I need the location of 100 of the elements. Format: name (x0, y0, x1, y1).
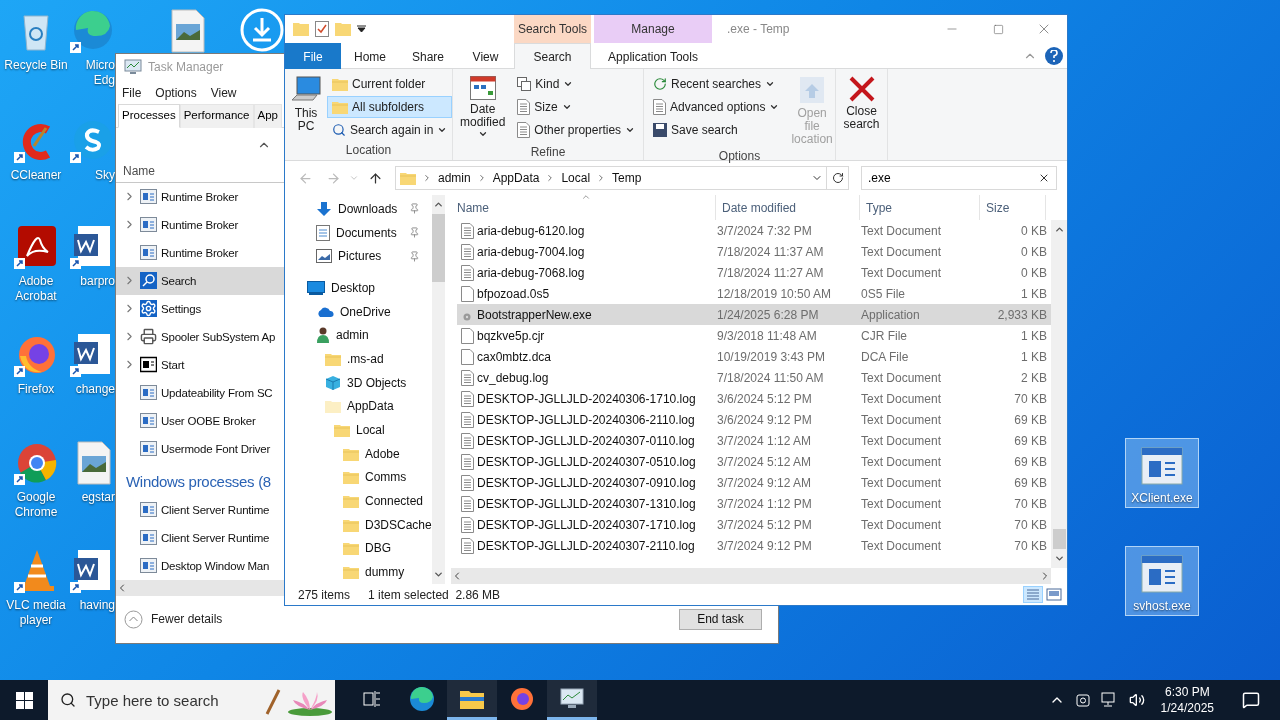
ribbon-tab[interactable]: Home (341, 43, 399, 69)
ribbon-tab[interactable]: Search (514, 43, 591, 69)
column-header[interactable]: Date modified (716, 195, 860, 220)
file-row[interactable]: DESKTOP-JGLLJLD-20240307-1310.log 3/7/2024 1:12 PM Text Document 70 KB (457, 493, 1051, 514)
file-row[interactable]: DESKTOP-JGLLJLD-20240306-1710.log 3/6/2024 5:12 PM Text Document 70 KB (457, 388, 1051, 409)
recent-searches-button[interactable]: Recent searches (648, 73, 785, 95)
column-header[interactable]: Type (860, 195, 980, 220)
navigation-label: Pictures (338, 249, 382, 264)
process-row[interactable]: Settings (116, 294, 284, 323)
advanced-options-button[interactable]: Advanced options (648, 96, 785, 118)
menu-item[interactable]: File (122, 83, 142, 102)
navigation-label: Connected (365, 494, 424, 509)
breadcrumb[interactable]: Temp (612, 171, 642, 185)
process-row[interactable]: Updateability From SC (116, 378, 284, 407)
file-row[interactable]: DESKTOP-JGLLJLD-20240307-0510.log 3/7/2024 5:12 AM Text Document 69 KB (457, 451, 1051, 472)
process-row[interactable]: Client Server Runtime (116, 495, 284, 524)
navigation-item[interactable]: AppData (285, 394, 432, 419)
date-modified-button[interactable]: Date modified (457, 73, 509, 145)
navigation-item[interactable]: dummy (285, 560, 432, 584)
file-row[interactable]: aria-debug-6120.log 3/7/2024 7:32 PM Text Document 0 KB (457, 220, 1051, 241)
navigation-item[interactable]: Adobe (285, 441, 432, 466)
group-label: Location (345, 143, 392, 159)
navigation-item[interactable]: 3D Objects (285, 370, 432, 395)
navigation-label: Adobe (365, 446, 400, 461)
desktop-icon-label: egstar (81, 490, 115, 505)
file-row[interactable]: bqzkve5p.cjr 9/3/2018 11:48 AM CJR File 1 KB (457, 325, 1051, 346)
file-name: DESKTOP-JGLLJLD-20240307-1710.log (477, 517, 697, 532)
navigation-item[interactable]: .ms-ad (285, 347, 432, 371)
navigation-item[interactable]: Connected (285, 489, 432, 513)
file-row[interactable]: aria-debug-7068.log 7/18/2024 11:27 AM Text Document 0 KB (457, 262, 1051, 283)
breadcrumb[interactable]: admin (438, 171, 471, 185)
size-button[interactable]: Size (512, 96, 641, 118)
fewer-details-link[interactable]: Fewer details (151, 612, 223, 627)
column-header[interactable]: Size (980, 195, 1046, 220)
navigation-label: DBG (365, 541, 391, 556)
column-header[interactable]: Name (123, 164, 155, 179)
search-field[interactable]: Type here to search (48, 680, 335, 720)
navigation-item[interactable]: Downloads (285, 197, 432, 221)
tab[interactable]: App (253, 104, 282, 129)
process-row[interactable]: User OOBE Broker (116, 406, 284, 435)
process-row[interactable]: Runtime Broker (116, 238, 284, 267)
navigation-item[interactable]: Comms (285, 465, 432, 490)
date-text: 1/24/2025 (1160, 700, 1214, 716)
desktop-icon-label: barpro (80, 274, 115, 289)
file-row[interactable]: DESKTOP-JGLLJLD-20240307-0110.log 3/7/2024 1:12 AM Text Document 69 KB (457, 430, 1051, 451)
file-row[interactable]: cv_debug.log 7/18/2024 11:50 AM Text Document 2 KB (457, 367, 1051, 388)
tab[interactable]: Processes (118, 104, 180, 129)
search-field[interactable]: .exe (861, 166, 1057, 190)
file-row[interactable]: cax0mbtz.dca 10/19/2019 3:43 PM DCA File 1 KB (457, 346, 1051, 367)
navigation-item[interactable]: Desktop (285, 276, 432, 300)
navigation-item[interactable]: OneDrive (285, 299, 432, 324)
window-title: Task Manager (148, 60, 224, 75)
close-search-button[interactable]: Close search (840, 73, 883, 134)
end-task-button[interactable]: End task (679, 608, 762, 630)
date-modified: 3/7/2024 5:12 AM (717, 454, 813, 469)
navigation-label: OneDrive (340, 304, 391, 319)
ribbon-tab[interactable]: Application Tools (594, 43, 712, 69)
file-row[interactable]: aria-debug-7004.log 7/18/2024 11:37 AM Text Document 0 KB (457, 241, 1051, 262)
file-type: Text Document (861, 412, 943, 427)
navigation-item[interactable]: D3DSCache (285, 512, 432, 537)
save-search-button[interactable]: Save search (648, 119, 785, 141)
breadcrumb[interactable]: Local (561, 171, 591, 185)
file-type: DCA File (861, 349, 910, 364)
ribbon-tab[interactable]: File (285, 43, 341, 69)
process-row[interactable]: Runtime Broker (116, 210, 284, 239)
date-modified: 9/3/2018 11:48 AM (717, 328, 818, 343)
menu-item[interactable]: Options (155, 83, 197, 102)
navigation-item[interactable]: DBG (285, 536, 432, 561)
this-pc-button[interactable]: This PC (289, 73, 323, 143)
menu-item[interactable]: View (210, 83, 237, 102)
process-row[interactable]: Usermode Font Driver (116, 434, 284, 463)
process-row[interactable]: Desktop Window Man (116, 551, 284, 580)
ribbon-tab[interactable]: Share (399, 43, 457, 69)
search-again-button[interactable]: Search again in (327, 119, 453, 141)
process-row[interactable]: Start (116, 350, 284, 379)
process-row[interactable]: Client Server Runtime (116, 523, 284, 552)
all-subfolders-button[interactable]: All subfolders (327, 96, 453, 118)
file-row[interactable]: DESKTOP-JGLLJLD-20240307-1710.log 3/7/2024 5:12 PM Text Document 70 KB (457, 514, 1051, 535)
address-bar[interactable]: admin AppData Local Temp (395, 166, 827, 190)
navigation-item[interactable]: Pictures (285, 244, 432, 269)
process-row[interactable]: Spooler SubSystem Ap (116, 322, 284, 351)
clock[interactable]: 6:30 PM 1/24/2025 (1154, 684, 1220, 716)
process-row[interactable]: Runtime Broker (116, 182, 284, 211)
current-folder-button[interactable]: Current folder (327, 73, 453, 95)
file-row[interactable]: DESKTOP-JGLLJLD-20240306-2110.log 3/6/2024 9:12 PM Text Document 69 KB (457, 409, 1051, 430)
navigation-item[interactable]: Local (285, 418, 432, 442)
file-row[interactable]: DESKTOP-JGLLJLD-20240307-0910.log 3/7/2024 9:12 AM Text Document 69 KB (457, 472, 1051, 493)
file-row[interactable]: BootstrapperNew.exe 1/24/2025 6:28 PM Application 2,933 KB (457, 304, 1051, 325)
breadcrumb[interactable]: AppData (492, 171, 540, 185)
ribbon-tab[interactable]: View (457, 43, 514, 69)
process-row[interactable]: Search (116, 266, 284, 295)
file-row[interactable]: DESKTOP-JGLLJLD-20240307-2110.log 3/7/2024 9:12 PM Text Document 70 KB (457, 535, 1051, 556)
tab[interactable]: Performance (179, 104, 254, 129)
other-properties-button[interactable]: Other properties (512, 119, 641, 141)
kind-button[interactable]: Kind (512, 73, 641, 95)
navigation-item[interactable]: admin (285, 323, 432, 348)
navigation-item[interactable]: Documents (285, 220, 432, 245)
file-row[interactable]: bfpozoad.0s5 12/18/2019 10:50 AM 0S5 File 1 KB (457, 283, 1051, 304)
date-modified: 7/18/2024 11:27 AM (717, 265, 825, 280)
column-header[interactable]: Name (451, 195, 716, 220)
